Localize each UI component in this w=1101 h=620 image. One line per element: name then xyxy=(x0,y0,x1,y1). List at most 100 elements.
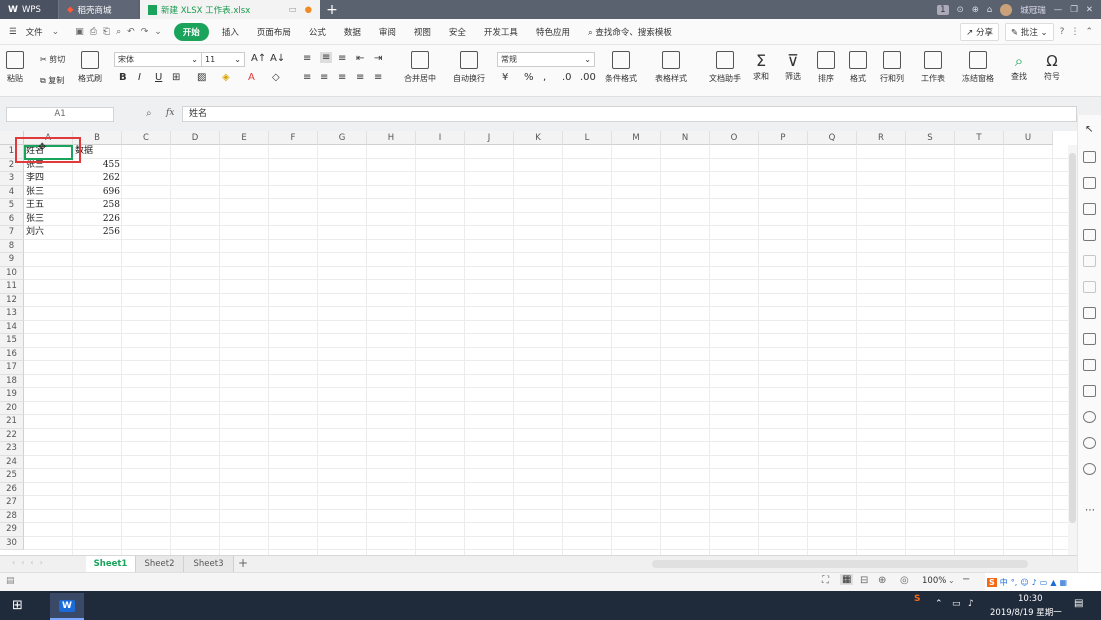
cell-b7[interactable]: 256 xyxy=(75,226,120,239)
row-header-29[interactable]: 29 xyxy=(0,523,24,537)
network-icon[interactable]: ▭ xyxy=(952,599,961,609)
paste-button[interactable]: 粘贴 xyxy=(6,51,24,84)
menu-dev-tools[interactable]: 开发工具 xyxy=(475,26,527,38)
column-header-l[interactable]: L xyxy=(563,131,612,145)
number-format-select[interactable]: 常规 ⌄ xyxy=(497,52,595,67)
auto-wrap-button[interactable]: 自动换行 xyxy=(453,51,485,84)
currency-icon[interactable]: ¥ xyxy=(502,72,508,83)
fullscreen-icon[interactable]: ⛶ xyxy=(822,575,829,586)
add-sheet-icon[interactable]: + xyxy=(238,556,248,570)
command-search[interactable]: ⌕ 查找命令、搜索模板 xyxy=(579,26,681,38)
decrease-decimal-icon[interactable]: .00 xyxy=(580,72,596,83)
percent-icon[interactable]: % xyxy=(524,72,534,83)
sum-button[interactable]: Σ 求和 xyxy=(753,51,769,82)
sogou-tray-icon[interactable]: S xyxy=(914,594,920,604)
undo-icon[interactable]: ↶ xyxy=(127,27,135,37)
print-preview-icon[interactable]: ⌕ xyxy=(116,27,121,37)
eye-protect-icon[interactable]: ◎ xyxy=(900,575,909,586)
shirt-icon[interactable]: ⌂ xyxy=(987,5,992,15)
menu-security[interactable]: 安全 xyxy=(440,26,475,38)
freeze-button[interactable]: 冻结窗格 xyxy=(962,51,994,84)
tray-expand-icon[interactable]: ⌃ xyxy=(935,599,943,609)
more-quick-icon[interactable]: ⌄ xyxy=(154,27,162,37)
file-dropdown-icon[interactable]: ⌄ xyxy=(52,27,60,37)
sheet-tab-3[interactable]: Sheet3 xyxy=(184,556,234,572)
more-icon[interactable]: ⋮ xyxy=(1070,27,1079,37)
align-middle-icon[interactable]: ≡ xyxy=(320,52,333,63)
normal-view-icon[interactable]: ▦ xyxy=(840,574,854,585)
style-icon[interactable] xyxy=(1083,177,1096,189)
column-header-s[interactable]: S xyxy=(906,131,955,145)
column-header-e[interactable]: E xyxy=(220,131,269,145)
cell-a7[interactable]: 刘六 xyxy=(26,226,71,239)
column-header-f[interactable]: F xyxy=(269,131,318,145)
menu-insert[interactable]: 插入 xyxy=(213,26,248,38)
row-header-5[interactable]: 5 xyxy=(0,199,24,213)
align-left-icon[interactable]: ≡ xyxy=(303,72,311,83)
row-header-11[interactable]: 11 xyxy=(0,280,24,294)
cell-b5[interactable]: 258 xyxy=(75,199,120,212)
bold-icon[interactable]: B xyxy=(119,72,127,83)
menu-special[interactable]: 特色应用 xyxy=(527,26,579,38)
print-icon[interactable]: ⎗ xyxy=(103,27,110,37)
row-header-30[interactable]: 30 xyxy=(0,536,24,550)
merge-center-button[interactable]: 合并居中 xyxy=(404,51,436,84)
row-header-12[interactable]: 12 xyxy=(0,293,24,307)
share-button[interactable]: ↗ 分享 xyxy=(960,22,999,41)
row-header-9[interactable]: 9 xyxy=(0,253,24,267)
windows-start-icon[interactable]: ⊞ xyxy=(12,598,23,613)
find-button[interactable]: ⌕ 查找 xyxy=(1011,51,1027,82)
row-header-14[interactable]: 14 xyxy=(0,320,24,334)
row-header-23[interactable]: 23 xyxy=(0,442,24,456)
cell-b6[interactable]: 226 xyxy=(75,213,120,226)
tab-document[interactable]: 新建 XLSX 工作表.xlsx ▭ ● xyxy=(140,0,320,19)
column-header-u[interactable]: U xyxy=(1004,131,1053,145)
row-header-17[interactable]: 17 xyxy=(0,361,24,375)
cell-a3[interactable]: 李四 xyxy=(26,172,71,185)
column-header-k[interactable]: K xyxy=(514,131,563,145)
clear-icon[interactable]: ◇ xyxy=(272,72,280,83)
increase-decimal-icon[interactable]: .0 xyxy=(562,72,572,83)
column-header-j[interactable]: J xyxy=(465,131,514,145)
macro-icon[interactable]: ▤ xyxy=(6,576,15,586)
indent-increase-icon[interactable]: ⇥ xyxy=(374,53,382,64)
column-header-p[interactable]: P xyxy=(759,131,808,145)
row-header-24[interactable]: 24 xyxy=(0,455,24,469)
collapse-ribbon-icon[interactable]: ⌃ xyxy=(1085,27,1093,37)
align-center-icon[interactable]: ≡ xyxy=(320,72,328,83)
row-header-6[interactable]: 6 xyxy=(0,212,24,226)
increase-font-icon[interactable]: A↑ xyxy=(251,53,266,64)
fill-style-icon[interactable]: ▨ xyxy=(197,72,206,83)
skin-icon[interactable]: ⊕ xyxy=(972,5,979,15)
avatar[interactable] xyxy=(1000,3,1013,16)
cell-b4[interactable]: 696 xyxy=(75,186,120,199)
zoom-formula-icon[interactable]: ⌕ xyxy=(146,108,152,119)
sort-button[interactable]: 排序 xyxy=(817,51,835,84)
user-name[interactable]: 城冠瑞 xyxy=(1020,4,1046,16)
column-header-d[interactable]: D xyxy=(171,131,220,145)
zoom-dropdown-icon[interactable]: ⌄ xyxy=(948,576,955,585)
minimize-icon[interactable]: — xyxy=(1054,5,1063,15)
row-header-28[interactable]: 28 xyxy=(0,509,24,523)
spreadsheet-grid[interactable]: ABCDEFGHIJKLMNOPQRSTU 1 2 3 4 5 6 7 8 9 10 11 12 13 1… xyxy=(0,131,1077,555)
menu-data[interactable]: 数据 xyxy=(335,26,370,38)
backup-icon[interactable] xyxy=(1083,307,1096,319)
tab-docer-store[interactable]: ◆ 稻壳商城 xyxy=(58,0,138,19)
vertical-scrollbar[interactable] xyxy=(1068,145,1077,555)
column-header-c[interactable]: C xyxy=(122,131,171,145)
doc-icon[interactable] xyxy=(1083,281,1096,293)
shapes-icon[interactable] xyxy=(1083,151,1096,163)
row-header-7[interactable]: 7 xyxy=(0,226,24,240)
copy-button[interactable]: ⧉ 复制 xyxy=(40,75,64,86)
annotate-button[interactable]: ✎ 批注 ⌄ xyxy=(1005,22,1054,41)
column-header-m[interactable]: M xyxy=(612,131,661,145)
sync-icon[interactable]: ⊙ xyxy=(957,5,964,15)
row-header-26[interactable]: 26 xyxy=(0,482,24,496)
column-header-o[interactable]: O xyxy=(710,131,759,145)
row-header-3[interactable]: 3 xyxy=(0,172,24,186)
row-header-10[interactable]: 10 xyxy=(0,266,24,280)
file-menu[interactable]: 文件 xyxy=(26,26,52,38)
image-icon[interactable] xyxy=(1083,385,1096,397)
vertical-scroll-thumb[interactable] xyxy=(1069,153,1076,523)
filter-button[interactable]: ⊽ 筛选 xyxy=(785,51,801,82)
